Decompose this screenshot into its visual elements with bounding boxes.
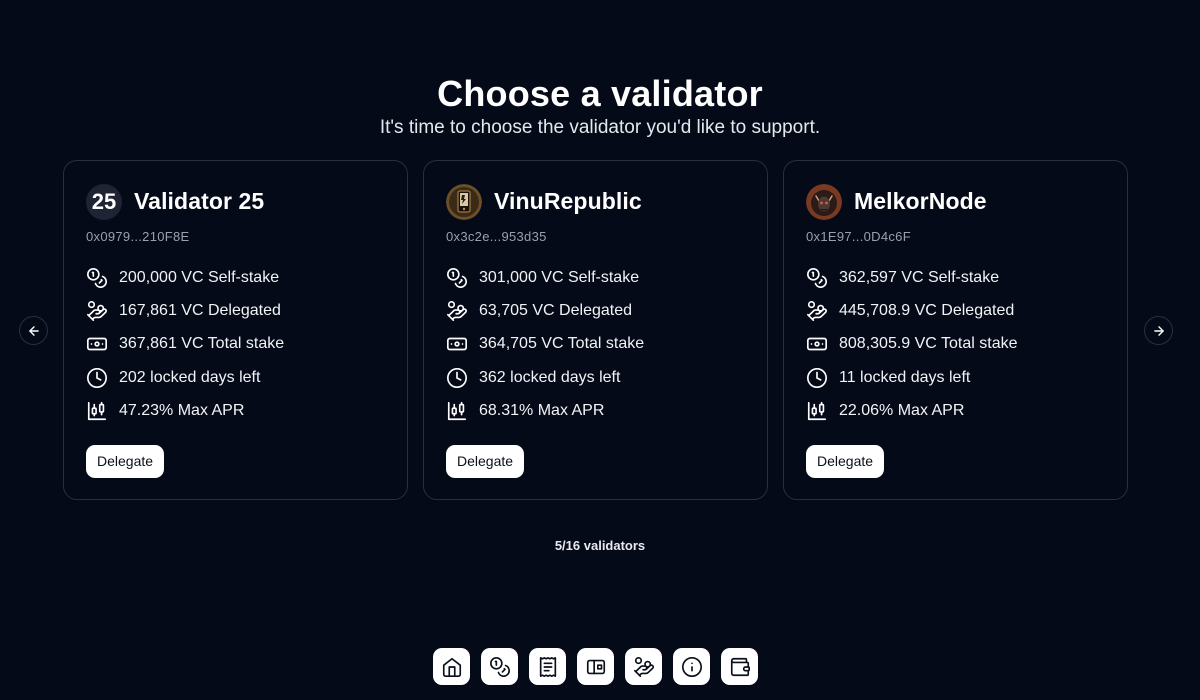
home-icon <box>442 657 461 677</box>
hand-coins-icon <box>806 300 828 322</box>
next-button[interactable] <box>1144 316 1173 345</box>
self-stake-text: 362,597 VC Self-stake <box>839 268 1000 286</box>
validator-card: VinuRepublic 0x3c2e...953d35 301,000 VC … <box>423 160 768 500</box>
banknote-icon <box>86 333 108 355</box>
validator-counter: 5/16 validators <box>554 538 646 553</box>
dock-info-button[interactable] <box>673 648 710 685</box>
arrow-left-icon <box>28 325 39 336</box>
validator-card: 25 Validator 25 0x0979...210F8E 200,000 … <box>63 160 408 500</box>
locked-days-row: 362 locked days left <box>446 361 745 394</box>
self-stake-row: 301,000 VC Self-stake <box>446 261 745 294</box>
total-stake-text: 364,705 VC Total stake <box>479 335 645 353</box>
wallet-card-icon <box>586 659 605 674</box>
arrow-right-icon <box>1153 325 1164 336</box>
max-apr-row: 68.31% Max APR <box>446 395 745 428</box>
validator-header: MelkorNode <box>806 183 1105 220</box>
coins-icon <box>489 656 510 677</box>
candlestick-chart-icon <box>806 400 828 422</box>
validator-carousel: 25 Validator 25 0x0979...210F8E 200,000 … <box>63 160 1129 500</box>
delegate-button[interactable]: Delegate <box>806 444 885 478</box>
banknote-icon <box>806 333 828 355</box>
hand-coins-icon <box>446 300 468 322</box>
total-stake-row: 367,861 VC Total stake <box>86 328 385 361</box>
info-icon <box>681 656 702 677</box>
locked-days-text: 362 locked days left <box>479 368 621 386</box>
delegated-text: 63,705 VC Delegated <box>479 302 632 320</box>
locked-days-row: 11 locked days left <box>806 361 1105 394</box>
delegated-row: 167,861 VC Delegated <box>86 294 385 327</box>
self-stake-row: 200,000 VC Self-stake <box>86 261 385 294</box>
coins-icon <box>446 267 468 289</box>
self-stake-text: 200,000 VC Self-stake <box>119 268 280 286</box>
validator-address: 0x3c2e...953d35 <box>446 229 547 244</box>
banknote-icon <box>446 333 468 355</box>
self-stake-text: 301,000 VC Self-stake <box>479 268 640 286</box>
validator-address: 0x1E97...0D4c6F <box>806 229 911 244</box>
page-header: Choose a validator It's time to choose t… <box>0 73 1200 140</box>
delegated-text: 445,708.9 VC Delegated <box>839 302 1015 320</box>
max-apr-row: 22.06% Max APR <box>806 395 1105 428</box>
dock-wallet-button[interactable] <box>721 648 758 685</box>
locked-days-text: 202 locked days left <box>119 368 261 386</box>
validator-stats: 200,000 VC Self-stake 167,861 VC Delegat… <box>86 261 385 428</box>
validator-header: 25 Validator 25 <box>86 183 385 220</box>
max-apr-text: 22.06% Max APR <box>839 402 965 420</box>
validator-avatar: 25 <box>86 183 122 220</box>
max-apr-text: 68.31% Max APR <box>479 402 605 420</box>
delegated-text: 167,861 VC Delegated <box>119 302 281 320</box>
dock-coins-button[interactable] <box>481 648 518 685</box>
locked-days-row: 202 locked days left <box>86 361 385 394</box>
delegate-button[interactable]: Delegate <box>86 444 165 478</box>
clock-icon <box>806 367 828 389</box>
dock-delegate-button[interactable] <box>625 648 662 685</box>
clock-icon <box>86 367 108 389</box>
bottom-dock <box>433 648 758 685</box>
validator-name: MelkorNode <box>854 188 987 214</box>
total-stake-row: 364,705 VC Total stake <box>446 328 745 361</box>
total-stake-row: 808,305.9 VC Total stake <box>806 328 1105 361</box>
validator-name: VinuRepublic <box>494 188 642 214</box>
dock-home-button[interactable] <box>433 648 470 685</box>
total-stake-text: 808,305.9 VC Total stake <box>839 335 1018 353</box>
dock-receipt-button[interactable] <box>529 648 566 685</box>
hand-coins-icon <box>86 300 108 322</box>
validator-card: MelkorNode 0x1E97...0D4c6F 362,597 VC Se… <box>783 160 1128 500</box>
validator-address: 0x0979...210F8E <box>86 229 190 244</box>
delegate-button[interactable]: Delegate <box>446 444 525 478</box>
coins-icon <box>86 267 108 289</box>
previous-button[interactable] <box>19 316 48 345</box>
validator-stats: 301,000 VC Self-stake 63,705 VC Delegate… <box>446 261 745 428</box>
hand-coins-icon <box>633 656 654 677</box>
candlestick-chart-icon <box>86 400 108 422</box>
max-apr-row: 47.23% Max APR <box>86 395 385 428</box>
delegated-row: 445,708.9 VC Delegated <box>806 294 1105 327</box>
page-subtitle: It's time to choose the validator you'd … <box>379 117 821 138</box>
wallet-icon <box>730 657 750 676</box>
delegated-row: 63,705 VC Delegated <box>446 294 745 327</box>
validator-name: Validator 25 <box>134 188 265 214</box>
validator-stats: 362,597 VC Self-stake 445,708.9 VC Deleg… <box>806 261 1105 428</box>
validator-avatar <box>806 183 842 220</box>
coins-icon <box>806 267 828 289</box>
self-stake-row: 362,597 VC Self-stake <box>806 261 1105 294</box>
max-apr-text: 47.23% Max APR <box>119 402 245 420</box>
validator-avatar <box>446 183 482 220</box>
clock-icon <box>446 367 468 389</box>
receipt-icon <box>539 656 556 677</box>
total-stake-text: 367,861 VC Total stake <box>119 335 285 353</box>
locked-days-text: 11 locked days left <box>839 368 971 386</box>
page-title: Choose a validator <box>437 73 763 114</box>
validator-header: VinuRepublic <box>446 183 745 220</box>
dock-wallet-card-button[interactable] <box>577 648 614 685</box>
candlestick-chart-icon <box>446 400 468 422</box>
